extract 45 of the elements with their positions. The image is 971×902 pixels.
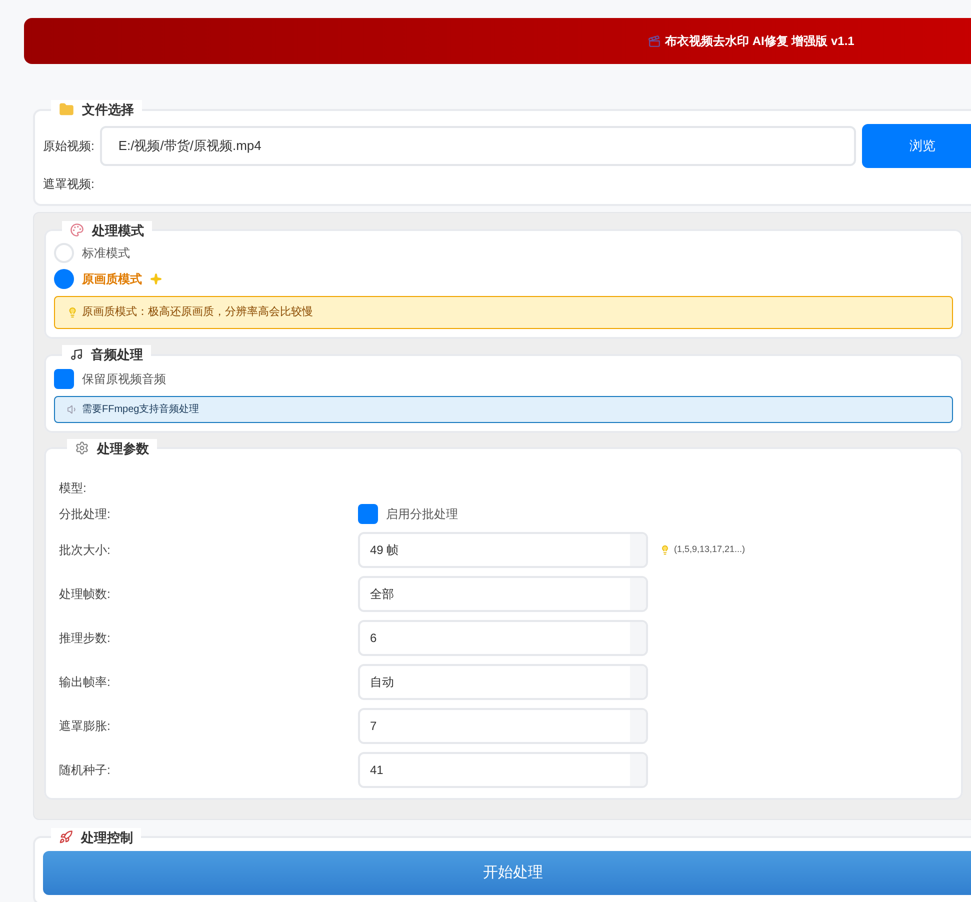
clapperboard-icon xyxy=(648,34,661,48)
section-title: 处理模式 xyxy=(92,222,144,240)
field-label: 遮罩视频: xyxy=(43,176,94,190)
field-label: 随机种子: xyxy=(59,762,112,779)
speaker-icon xyxy=(67,404,78,414)
field-label: 遮罩膨胀: xyxy=(59,718,112,735)
lightbulb-icon xyxy=(660,545,670,555)
checkbox[interactable] xyxy=(358,504,378,524)
folder-icon xyxy=(59,102,74,118)
info-text: 需要FFmpeg支持音频处理 xyxy=(82,402,200,416)
section-title: 文件选择 xyxy=(82,101,134,119)
video-path-field[interactable]: E:/视频/带货/原视频.mp4 xyxy=(100,126,856,166)
field-label: 分批处理: xyxy=(59,506,112,523)
section-title: 处理参数 xyxy=(97,440,149,458)
radio-label: 标准模式 xyxy=(82,245,130,262)
spin-field[interactable]: 自动 xyxy=(358,664,648,700)
spin-field[interactable]: 6 xyxy=(358,620,648,656)
radio-label: 原画质模式 xyxy=(82,271,142,288)
lightbulb-icon xyxy=(67,307,78,318)
radio-button[interactable] xyxy=(54,269,74,289)
palette-icon xyxy=(70,223,84,238)
checkbox-label: 启用分批处理 xyxy=(386,506,458,523)
music-icon xyxy=(70,348,83,362)
tip-text: 原画质模式：极高还原画质，分辨率高会比较慢 xyxy=(82,304,313,320)
radio-button[interactable] xyxy=(54,243,74,263)
app-title: 布衣视频去水印 AI修复 增强版 v1.1 xyxy=(665,33,854,50)
settings-icon xyxy=(75,441,89,456)
field-label: 原始视频: xyxy=(43,138,94,154)
spin-field[interactable]: 41 xyxy=(358,752,648,788)
field-label: 处理帧数: xyxy=(59,586,112,603)
spin-field[interactable]: 7 xyxy=(358,708,648,744)
section-title: 音频处理 xyxy=(91,346,143,364)
hint-text: (1,5,9,13,17,21...) xyxy=(674,543,746,556)
spin-field[interactable]: 49 帧 xyxy=(358,532,648,568)
field-label: 模型: xyxy=(59,480,86,497)
field-label: 推理步数: xyxy=(59,630,112,647)
field-label: 输出帧率: xyxy=(59,674,112,691)
spin-field[interactable]: 全部 xyxy=(358,576,648,612)
browse-button[interactable]: 浏览 xyxy=(862,124,971,168)
sparkle-icon xyxy=(150,273,162,285)
checkbox-label: 保留原视频音频 xyxy=(82,370,166,388)
rocket-icon xyxy=(59,830,73,844)
field-label: 批次大小: xyxy=(59,542,112,559)
section-title: 处理控制 xyxy=(81,828,133,846)
checkbox[interactable] xyxy=(54,368,74,388)
